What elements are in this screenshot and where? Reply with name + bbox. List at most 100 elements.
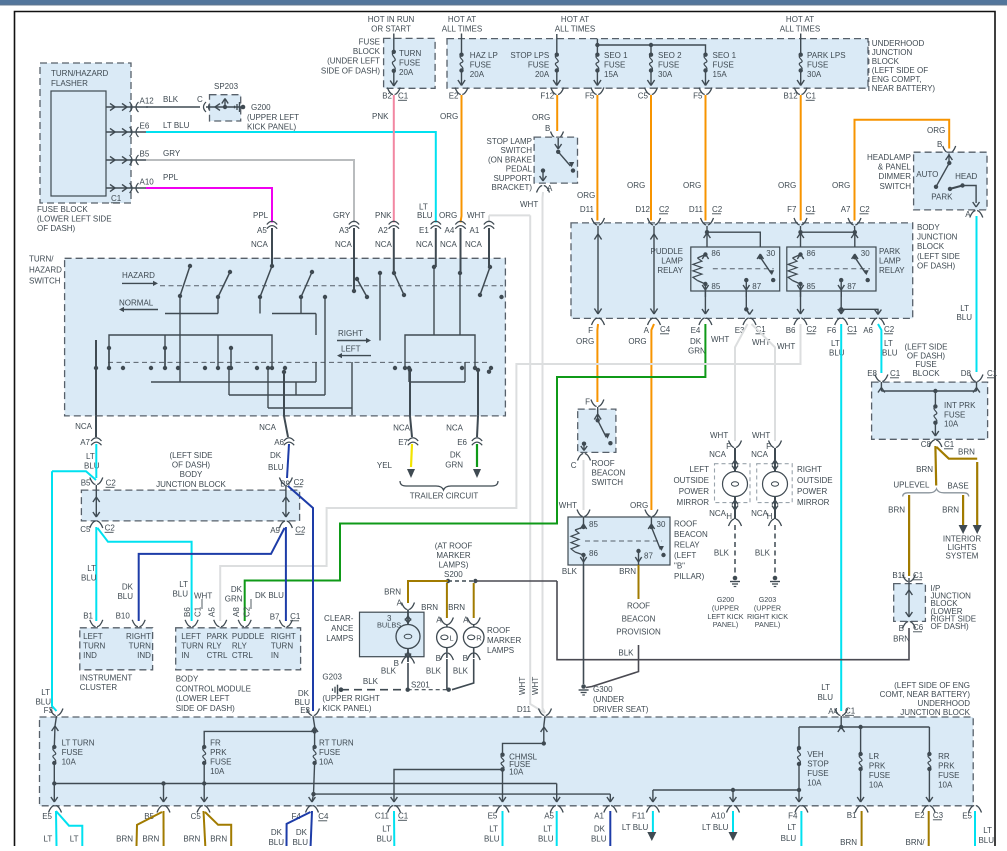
svg-text:BRN: BRN bbox=[116, 835, 133, 844]
svg-text:FUSE: FUSE bbox=[807, 769, 828, 778]
svg-text:BLU: BLU bbox=[292, 838, 308, 846]
svg-text:F5: F5 bbox=[693, 92, 703, 101]
svg-text:ORG: ORG bbox=[628, 337, 646, 346]
svg-text:WHT: WHT bbox=[559, 501, 577, 510]
svg-text:85: 85 bbox=[589, 520, 598, 529]
svg-text:ROOF: ROOF bbox=[674, 520, 697, 529]
svg-text:LT TURN: LT TURN bbox=[62, 739, 95, 748]
svg-text:NCA: NCA bbox=[751, 450, 769, 459]
svg-text:C5: C5 bbox=[191, 812, 202, 821]
svg-text:C2: C2 bbox=[860, 205, 871, 214]
svg-text:H: H bbox=[767, 512, 773, 521]
svg-text:ORG: ORG bbox=[778, 181, 796, 190]
svg-text:B: B bbox=[937, 140, 942, 149]
svg-text:UPLEVEL: UPLEVEL bbox=[893, 481, 930, 490]
svg-text:87: 87 bbox=[847, 282, 856, 291]
svg-text:MIRROR: MIRROR bbox=[677, 498, 710, 507]
svg-text:SEO 1: SEO 1 bbox=[713, 51, 737, 60]
svg-text:BLU: BLU bbox=[956, 313, 972, 322]
svg-text:B12: B12 bbox=[783, 92, 798, 101]
svg-text:BLK: BLK bbox=[714, 549, 730, 558]
svg-text:DK: DK bbox=[270, 451, 282, 460]
svg-text:(LEFT SIDE: (LEFT SIDE bbox=[917, 252, 960, 261]
svg-text:COMT, NEAR BATTERY): COMT, NEAR BATTERY) bbox=[880, 690, 971, 699]
svg-text:BLOCK: BLOCK bbox=[872, 57, 900, 66]
svg-text:30A: 30A bbox=[658, 70, 673, 79]
svg-text:TURN: TURN bbox=[399, 49, 421, 58]
svg-text:A10: A10 bbox=[140, 178, 155, 187]
svg-text:BEACON: BEACON bbox=[592, 469, 626, 478]
svg-text:INSTRUMENT: INSTRUMENT bbox=[80, 674, 133, 683]
svg-text:C1: C1 bbox=[987, 369, 998, 378]
svg-text:RELAY: RELAY bbox=[674, 541, 700, 550]
svg-text:PPL: PPL bbox=[253, 211, 269, 220]
svg-text:LEFT: LEFT bbox=[341, 345, 361, 354]
svg-text:(UNDER LEFT: (UNDER LEFT bbox=[327, 57, 380, 66]
svg-text:G203: G203 bbox=[322, 673, 342, 682]
svg-text:GRY: GRY bbox=[163, 149, 181, 158]
svg-text:BEACON: BEACON bbox=[674, 530, 708, 539]
svg-text:RIGHT: RIGHT bbox=[338, 329, 363, 338]
svg-text:B1: B1 bbox=[847, 811, 857, 820]
svg-text:C2: C2 bbox=[659, 205, 670, 214]
svg-text:A3: A3 bbox=[339, 226, 349, 235]
svg-text:BODY: BODY bbox=[180, 470, 203, 479]
svg-text:C2: C2 bbox=[105, 524, 116, 533]
svg-text:A6: A6 bbox=[863, 326, 873, 335]
svg-text:A1: A1 bbox=[470, 226, 480, 235]
svg-text:D8: D8 bbox=[961, 369, 972, 378]
svg-text:BRN: BRN bbox=[958, 448, 975, 457]
svg-text:WHT: WHT bbox=[467, 211, 485, 220]
svg-text:BODY: BODY bbox=[176, 675, 199, 684]
svg-text:BLK: BLK bbox=[618, 649, 634, 658]
svg-text:FUSE: FUSE bbox=[62, 748, 83, 757]
svg-text:(LEFT SIDE: (LEFT SIDE bbox=[170, 451, 213, 460]
svg-text:NCA: NCA bbox=[375, 240, 393, 249]
svg-text:86: 86 bbox=[589, 549, 598, 558]
svg-text:DK: DK bbox=[296, 828, 308, 837]
svg-text:BLK: BLK bbox=[163, 95, 179, 104]
svg-text:ORG: ORG bbox=[927, 126, 945, 135]
svg-text:PNK: PNK bbox=[372, 112, 389, 121]
svg-text:BRN: BRN bbox=[142, 835, 159, 844]
svg-text:RELAY: RELAY bbox=[879, 266, 905, 275]
svg-text:A5: A5 bbox=[257, 226, 267, 235]
svg-text:C2: C2 bbox=[294, 478, 305, 487]
svg-text:D11: D11 bbox=[517, 705, 532, 714]
svg-text:A5: A5 bbox=[544, 812, 554, 821]
svg-text:HEADLAMP: HEADLAMP bbox=[867, 153, 911, 162]
svg-text:FUSE: FUSE bbox=[210, 758, 231, 767]
svg-text:LT: LT bbox=[489, 825, 498, 834]
svg-text:RLY: RLY bbox=[232, 642, 248, 651]
svg-text:WHT: WHT bbox=[518, 677, 527, 695]
svg-text:E5: E5 bbox=[488, 812, 498, 821]
svg-text:HAZARD: HAZARD bbox=[122, 271, 155, 280]
svg-text:B10: B10 bbox=[116, 612, 131, 621]
svg-text:STOP LPS: STOP LPS bbox=[510, 51, 549, 60]
svg-text:RELAY: RELAY bbox=[657, 266, 683, 275]
svg-text:C4: C4 bbox=[660, 325, 671, 334]
svg-text:DK: DK bbox=[298, 689, 310, 698]
svg-text:ROOF: ROOF bbox=[627, 602, 650, 611]
svg-text:KICK PANEL): KICK PANEL) bbox=[247, 123, 297, 132]
svg-text:BODY: BODY bbox=[917, 223, 940, 232]
svg-text:F11: F11 bbox=[632, 812, 646, 821]
svg-text:VEH: VEH bbox=[807, 750, 824, 759]
svg-text:F6: F6 bbox=[827, 326, 837, 335]
svg-text:E5: E5 bbox=[962, 812, 972, 821]
svg-text:PILLAR): PILLAR) bbox=[674, 572, 705, 581]
svg-text:DK: DK bbox=[690, 337, 702, 346]
svg-text:(LOWER LEFT: (LOWER LEFT bbox=[176, 694, 230, 703]
svg-text:NORMAL: NORMAL bbox=[119, 299, 154, 308]
svg-text:INT PRK: INT PRK bbox=[944, 401, 976, 410]
svg-text:STOP LAMP: STOP LAMP bbox=[487, 137, 533, 146]
svg-text:A7: A7 bbox=[80, 438, 90, 447]
svg-text:10A: 10A bbox=[938, 781, 953, 790]
svg-text:JUNCTION BLOCK: JUNCTION BLOCK bbox=[900, 708, 970, 717]
svg-text:NCA: NCA bbox=[416, 240, 434, 249]
svg-text:(LEFT SIDE OF ENG: (LEFT SIDE OF ENG bbox=[894, 681, 970, 690]
svg-text:HEAD: HEAD bbox=[955, 172, 977, 181]
svg-text:L: L bbox=[449, 633, 453, 642]
svg-text:& PANEL: & PANEL bbox=[878, 163, 912, 172]
svg-text:JUNCTION: JUNCTION bbox=[917, 233, 958, 242]
